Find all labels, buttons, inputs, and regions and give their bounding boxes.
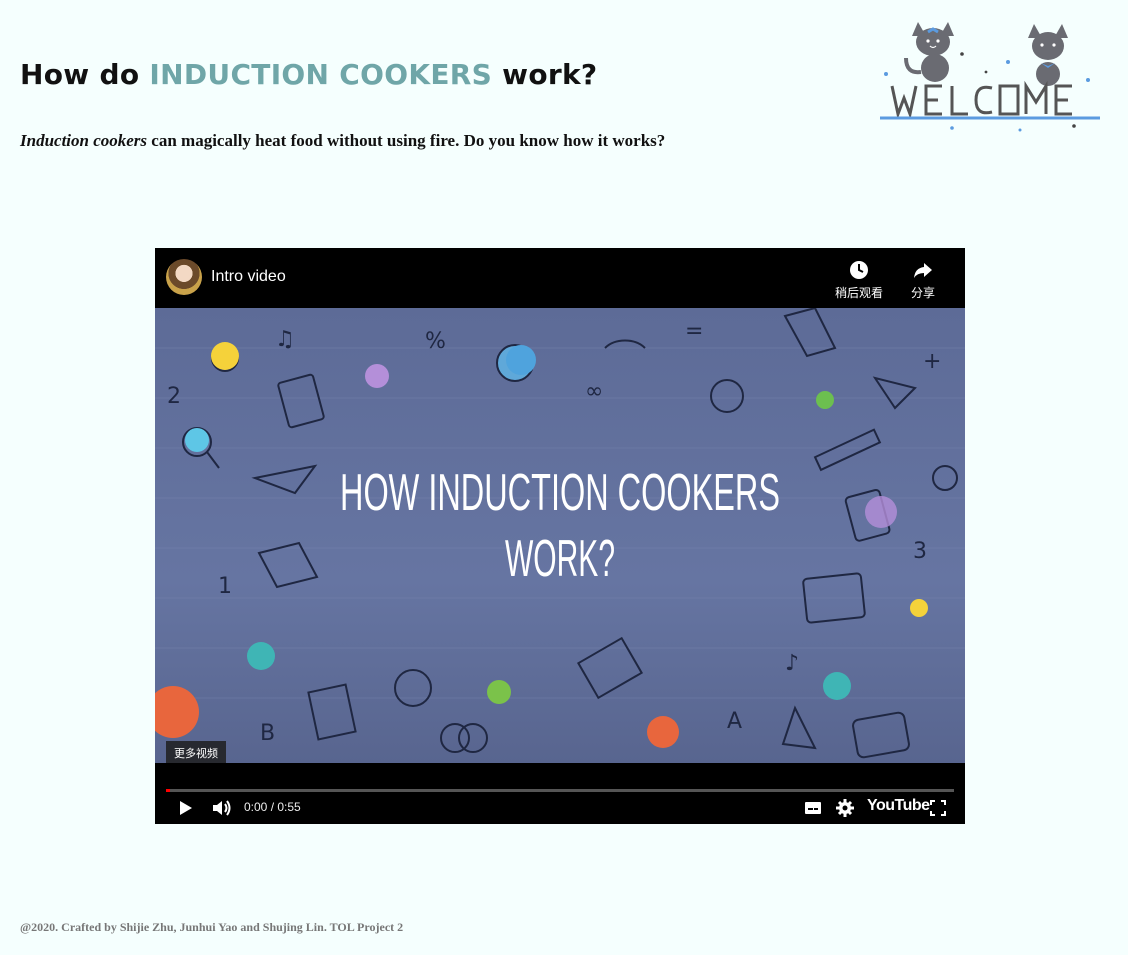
clock-icon	[850, 261, 868, 279]
svg-text:♪: ♪	[785, 651, 799, 676]
subtitles-icon[interactable]	[803, 798, 823, 818]
welcome-logo	[880, 22, 1100, 132]
play-icon[interactable]	[177, 798, 195, 818]
channel-avatar[interactable]	[166, 259, 202, 295]
svg-text:%: %	[425, 329, 446, 354]
intro-paragraph: Induction cookers can magically heat foo…	[20, 131, 665, 151]
page-title-accent: INDUCTION COOKERS	[149, 58, 493, 91]
intro-emphasis: Induction cookers	[20, 131, 148, 150]
youtube-logo[interactable]: YouTube	[867, 797, 930, 815]
progress-fill	[166, 789, 170, 792]
svg-text:♫: ♫	[275, 327, 295, 352]
svg-text:3: 3	[913, 539, 927, 564]
svg-text:2: 2	[167, 384, 181, 409]
svg-text:1: 1	[218, 574, 232, 599]
svg-text:∞: ∞	[585, 379, 603, 404]
share-button[interactable]: 分享	[893, 260, 953, 301]
svg-text:B: B	[260, 721, 275, 746]
time-display: 0:00 / 0:55	[244, 800, 301, 814]
player-controls: 0:00 / 0:55 YouTube	[155, 763, 965, 824]
progress-bar[interactable]	[166, 789, 954, 792]
settings-gear-icon[interactable]	[835, 798, 855, 818]
page-title-suffix: work?	[492, 58, 598, 91]
footer-credit: @2020. Crafted by Shijie Zhu, Junhui Yao…	[20, 920, 404, 934]
share-label: 分享	[910, 286, 935, 300]
share-icon	[914, 263, 932, 278]
thumbnail-title-line2: WORK?	[505, 530, 615, 588]
page-title-prefix: How do	[20, 58, 150, 91]
volume-icon[interactable]	[211, 798, 233, 818]
svg-text:=: =	[685, 319, 703, 344]
intro-text: can magically heat food without using fi…	[147, 131, 666, 150]
svg-text:A: A	[727, 709, 742, 734]
watch-later-button[interactable]: 稍后观看	[829, 260, 889, 301]
fullscreen-icon[interactable]	[929, 798, 947, 818]
thumbnail-title-line1: HOW INDUCTION COOKERS	[340, 464, 780, 522]
svg-text:+: +	[923, 349, 941, 374]
page-title: How do INDUCTION COOKERS work?	[20, 58, 597, 91]
player-top-bar: Intro video 稍后观看 分享	[155, 248, 965, 308]
watch-later-label: 稍后观看	[834, 286, 883, 300]
video-title[interactable]: Intro video	[211, 268, 286, 286]
video-player[interactable]: Intro video 稍后观看 分享 2 1 3 B A ♪ ♫ + = % …	[155, 248, 965, 824]
cat-right-icon	[1028, 24, 1068, 86]
more-videos-button[interactable]: 更多视频	[166, 741, 226, 765]
video-thumbnail[interactable]: 2 1 3 B A ♪ ♫ + = % ∞ HOW INDUCTION COOK…	[155, 308, 965, 763]
